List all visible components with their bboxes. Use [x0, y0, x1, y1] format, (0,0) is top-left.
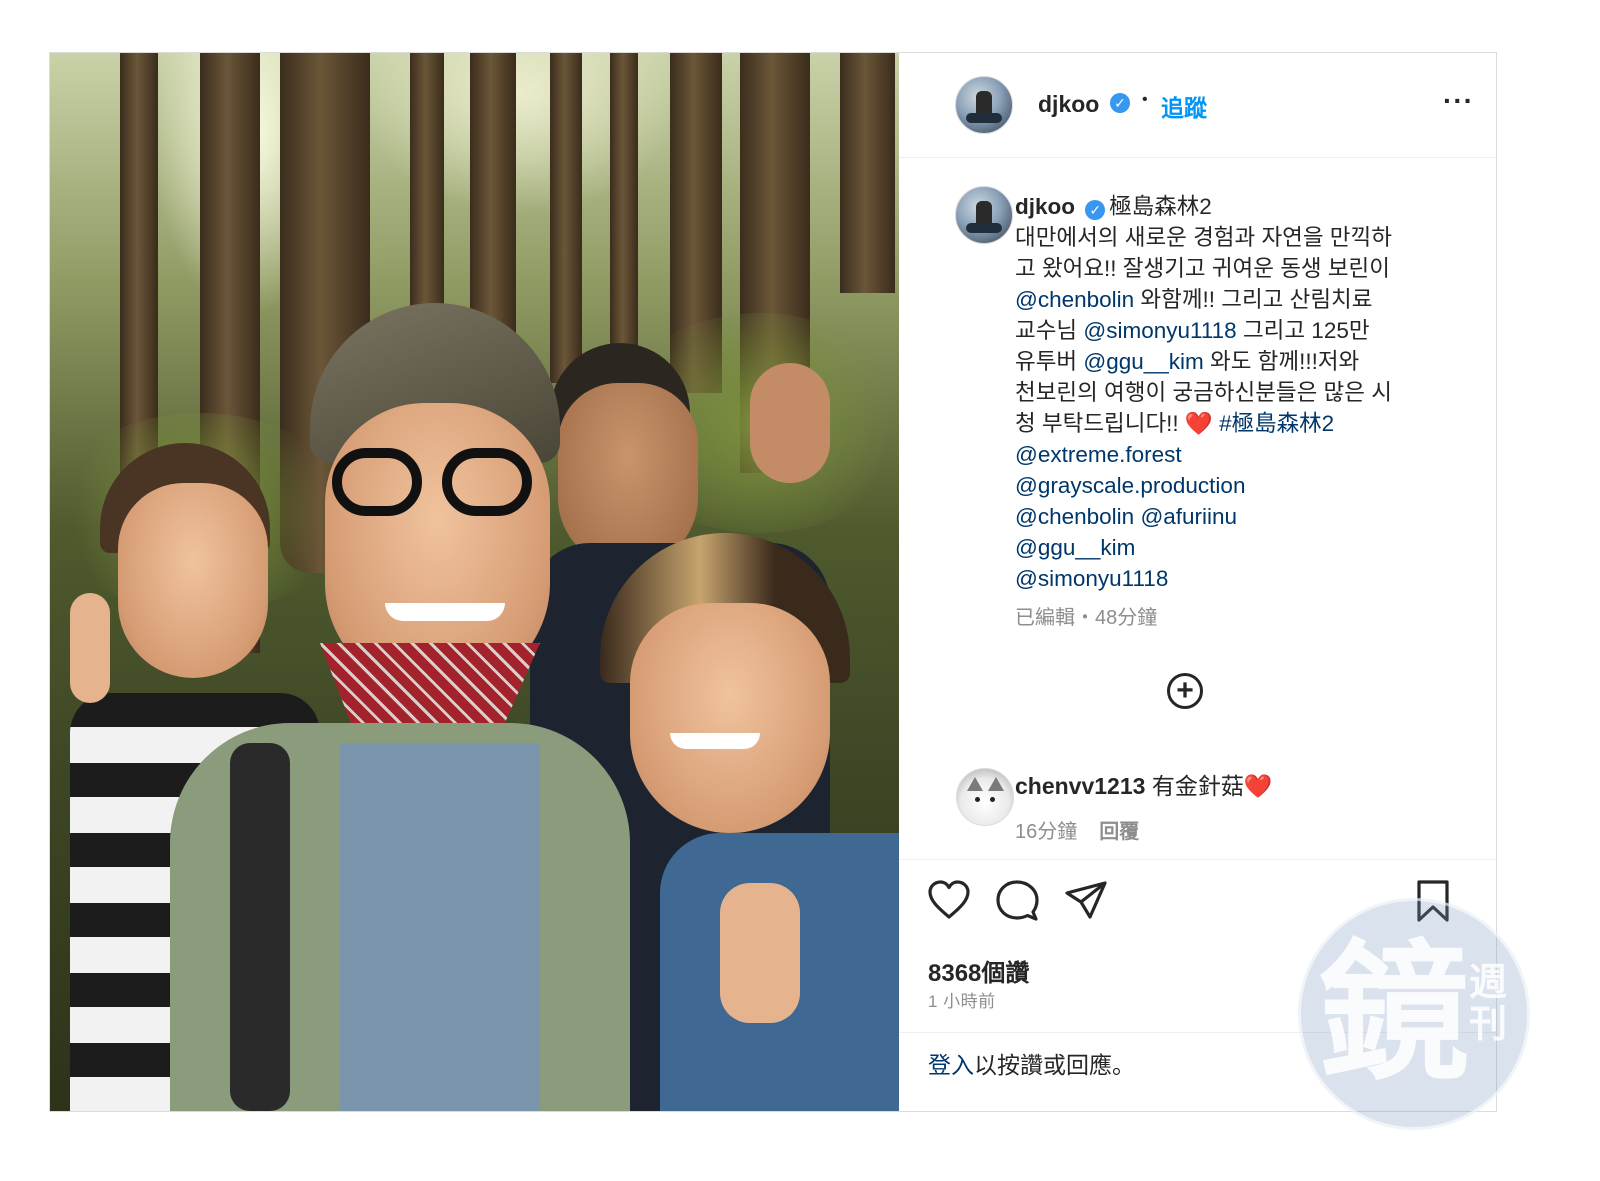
commenter-avatar[interactable] — [956, 768, 1014, 826]
caption-username[interactable]: djkoo — [1015, 194, 1075, 219]
caption-line: @chenbolin 와함께!! 그리고 산림치료 — [1015, 284, 1435, 315]
caption-text: 고 왔어요!! 잘생기고 귀여운 동생 보린이 — [1015, 256, 1390, 281]
caption-line: 청 부탁드립니다!! ❤️ #極島森林2 — [1015, 408, 1435, 439]
post-photo[interactable] — [50, 53, 899, 1111]
login-link[interactable]: 登入 — [928, 1052, 974, 1078]
comment-text: 有金針菇 — [1151, 773, 1244, 799]
heart-emoji: ❤️ — [1184, 411, 1213, 436]
follow-button[interactable]: 追蹤 — [1161, 89, 1207, 123]
caption-mention-link[interactable]: @simonyu1118 — [1083, 318, 1236, 343]
caption-line: 유투버 @ggu__kim 와도 함께!!!저와 — [1015, 346, 1435, 377]
watermark-big-char: 鏡 — [1319, 925, 1470, 1101]
caption-line: @grayscale.production — [1015, 470, 1435, 501]
caption-text: 極島森林2 — [1109, 194, 1212, 219]
more-options-icon[interactable]: ··· — [1443, 85, 1474, 117]
instagram-post-card: djkoo ✓ • 追蹤 ··· djkoo ✓ 極島森林2 대만에서의 새로운 … — [49, 52, 1497, 1112]
like-count[interactable]: 8368個讚 — [928, 953, 1029, 988]
caption-mention-link[interactable]: @extreme.forest — [1015, 442, 1182, 467]
post-header: djkoo ✓ • 追蹤 ··· — [899, 53, 1496, 158]
caption-line: 천보린의 여행이 궁금하신분들은 많은 시 — [1015, 377, 1435, 408]
caption-line: @chenbolin @afuriinu — [1015, 501, 1435, 532]
caption-text: 유투버 — [1015, 349, 1084, 374]
caption-meta: 已編輯・48分鐘 — [1015, 607, 1158, 629]
caption-text: 대만에서의 새로운 경험과 자연을 만끽하 — [1015, 225, 1392, 250]
caption-line: @simonyu1118 — [1015, 563, 1435, 594]
caption-avatar[interactable] — [955, 186, 1013, 244]
post-time: 1 小時前 — [928, 992, 996, 1011]
caption-text: 그리고 125만 — [1236, 318, 1370, 343]
caption-text: 청 부탁드립니다!! — [1015, 411, 1185, 436]
caption-first-line: djkoo ✓ 極島森林2 — [1015, 191, 1435, 222]
comment-time: 16分鐘 — [1015, 821, 1078, 843]
watermark-small-chars: 週刊 — [1469, 960, 1508, 1046]
comment-bubble-icon[interactable] — [995, 879, 1039, 923]
caption-line: 교수님 @simonyu1118 그리고 125만 — [1015, 315, 1435, 346]
caption-text: 천보린의 여행이 궁금하신분들은 많은 시 — [1015, 380, 1392, 405]
mirror-weekly-logo-watermark: 鏡 週刊 — [1298, 898, 1530, 1130]
verified-icon: ✓ — [1085, 200, 1106, 220]
caption-line: 대만에서의 새로운 경험과 자연을 만끽하 — [1015, 222, 1435, 253]
header-separator: • — [1142, 91, 1148, 108]
login-prompt: 登入以按讚或回應。 — [928, 1046, 1135, 1080]
caption-line: @ggu__kim — [1015, 532, 1435, 563]
post-caption: djkoo ✓ 極島森林2 대만에서의 새로운 경험과 자연을 만끽하고 왔어요!… — [1015, 191, 1435, 594]
caption-mention-link[interactable]: @grayscale.production — [1015, 473, 1245, 498]
person-right — [600, 533, 899, 1111]
caption-text: 와도 함께!!!저와 — [1203, 349, 1360, 374]
comment-meta: 16分鐘 回覆 — [1015, 815, 1139, 844]
comment: chenvv1213 有金針菇❤️ — [1015, 767, 1272, 801]
verified-icon: ✓ — [1110, 93, 1130, 113]
caption-mention-link[interactable]: @ggu__kim — [1083, 349, 1203, 374]
caption-mention-link[interactable]: @chenbolin — [1015, 287, 1134, 312]
caption-mention-link[interactable]: @simonyu1118 — [1015, 566, 1168, 591]
comment-username[interactable]: chenvv1213 — [1015, 773, 1145, 799]
caption-mention-link[interactable]: @afuriinu — [1140, 504, 1237, 529]
caption-text: 교수님 — [1015, 318, 1084, 343]
share-send-icon[interactable] — [1064, 879, 1108, 923]
like-heart-icon[interactable] — [927, 879, 971, 923]
header-username[interactable]: djkoo — [1038, 91, 1099, 118]
load-more-comments-button[interactable]: + — [1167, 673, 1203, 709]
person-center — [170, 303, 630, 1111]
heart-emoji: ❤️ — [1243, 773, 1273, 799]
reply-button[interactable]: 回覆 — [1099, 821, 1139, 843]
caption-text: 와함께!! 그리고 산림치료 — [1134, 287, 1373, 312]
caption-line: @extreme.forest — [1015, 439, 1435, 470]
actions-divider — [899, 859, 1496, 860]
caption-mention-link[interactable]: #極島森林2 — [1213, 411, 1334, 436]
caption-mention-link[interactable]: @ggu__kim — [1015, 535, 1135, 560]
caption-mention-link[interactable]: @chenbolin — [1015, 504, 1134, 529]
caption-line: 고 왔어요!! 잘생기고 귀여운 동생 보린이 — [1015, 253, 1435, 284]
author-avatar[interactable] — [955, 76, 1013, 134]
login-prompt-text: 以按讚或回應。 — [974, 1052, 1135, 1078]
